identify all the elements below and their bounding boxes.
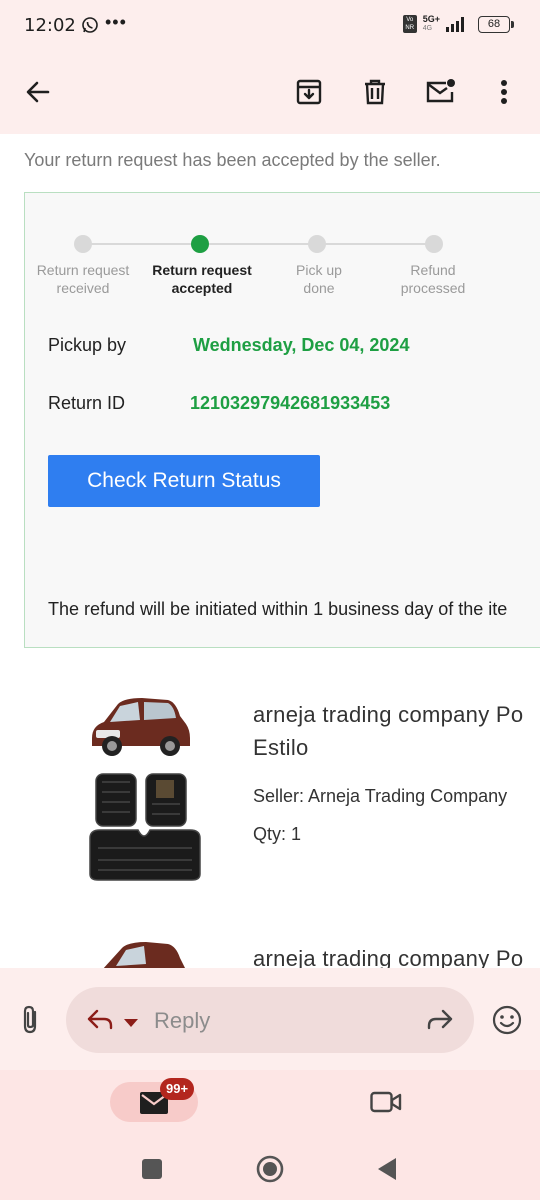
trash-icon[interactable]: [359, 76, 391, 108]
system-navigation: [0, 1150, 540, 1190]
email-body[interactable]: Your return request has been accepted by…: [0, 134, 540, 968]
unread-badge: 99+: [160, 1078, 195, 1100]
attach-icon[interactable]: [18, 1004, 44, 1041]
tracker-step-label: Return request accepted: [152, 262, 252, 296]
status-bar: 12:02 ••• Vo NR 5G+ 4G 68: [0, 0, 540, 52]
recents-button[interactable]: [142, 1159, 162, 1179]
reply-placeholder: Reply: [154, 1008, 211, 1033]
tracker-dot-refund: [425, 235, 443, 253]
item-seller: Seller: Arneja Trading Company: [253, 786, 508, 806]
car-image: [86, 694, 194, 765]
back-button[interactable]: [376, 1157, 398, 1186]
archive-icon[interactable]: [293, 76, 325, 108]
volte-icon: Vo NR: [402, 15, 417, 33]
pickup-date: Wednesday, Dec 04, 2024: [193, 335, 410, 355]
tracker-dot-pickup: [308, 235, 326, 253]
intro-text: Your return request has been accepted by…: [24, 150, 441, 170]
reply-icon[interactable]: [86, 1007, 114, 1036]
email-toolbar: [0, 52, 540, 134]
more-notifications-icon: •••: [105, 12, 127, 32]
whatsapp-icon: [81, 16, 99, 39]
bottom-navigation: 99+: [0, 1070, 540, 1200]
item-title[interactable]: arneja trading company Po: [253, 942, 523, 968]
tracker-step-label: Pick up done: [296, 262, 342, 296]
pickup-label: Pickup by: [48, 335, 127, 355]
status-time: 12:02: [24, 15, 76, 36]
home-button[interactable]: [256, 1155, 284, 1188]
battery-icon: 68: [478, 15, 514, 33]
return-status-card: Return request received Return request a…: [24, 192, 540, 648]
floor-mat-image: [88, 770, 202, 887]
back-arrow-icon[interactable]: [22, 76, 54, 108]
tracker-dot-accepted: [191, 235, 209, 253]
status-right: Vo NR 5G+ 4G 68: [402, 14, 514, 33]
return-id-value: 12103297942681933453: [190, 393, 391, 413]
chevron-down-icon[interactable]: [124, 1015, 138, 1033]
reply-pill[interactable]: Reply: [66, 987, 474, 1053]
tracker-line: [83, 243, 433, 245]
tracker-step-label: Refund processed: [400, 262, 466, 296]
check-return-status-button[interactable]: Check Return Status: [48, 455, 320, 507]
mark-unread-icon[interactable]: [425, 76, 457, 108]
emoji-icon[interactable]: [491, 1004, 523, 1041]
car-image: [96, 940, 192, 968]
return-id-label: Return ID: [48, 393, 126, 413]
tracker-dot-received: [74, 235, 92, 253]
tracker-step-label: Return request received: [36, 262, 130, 296]
signal-icon: [446, 17, 464, 32]
refund-note: The refund will be initiated within 1 bu…: [48, 599, 508, 619]
more-vert-icon[interactable]: [488, 76, 520, 108]
item-title[interactable]: arneja trading company Po Estilo: [253, 698, 523, 764]
forward-icon[interactable]: [426, 1007, 454, 1036]
network-indicator: 5G+ 4G: [422, 14, 440, 33]
item-qty: Qty: 1: [253, 824, 302, 844]
reply-bar: Reply: [0, 968, 540, 1070]
meet-video-icon[interactable]: [370, 1090, 402, 1119]
